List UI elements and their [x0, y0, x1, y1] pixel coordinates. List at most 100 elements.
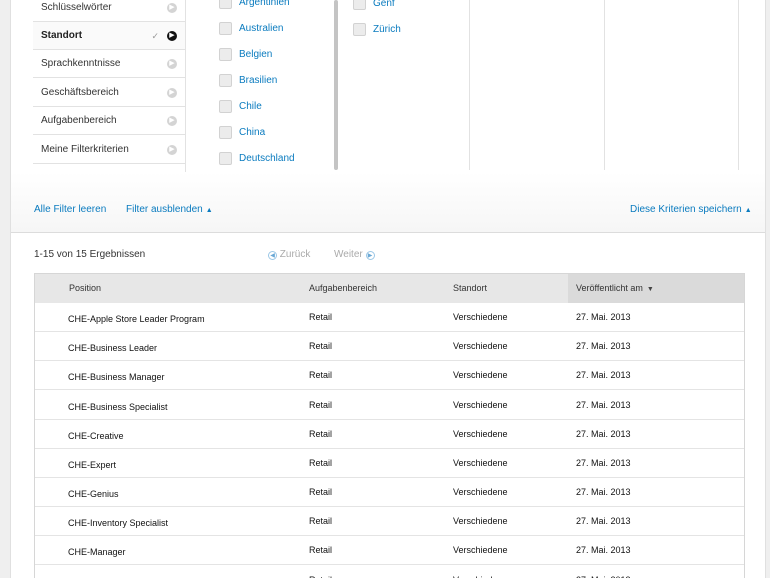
cell-published: 27. Mai. 2013 — [576, 487, 631, 497]
column-divider — [469, 0, 470, 170]
category-location[interactable]: Standort ✓ ▶ — [33, 22, 185, 50]
category-label: Geschäftsbereich — [41, 87, 119, 98]
circle-arrow-left-icon: ◀ — [268, 251, 277, 260]
cell-position[interactable]: CHE-Apple Store Leader Program — [68, 305, 205, 334]
table-header: Position Aufgabenbereich Standort Veröff… — [35, 274, 744, 304]
cell-published: 27. Mai. 2013 — [576, 400, 631, 410]
sort-descending-icon: ▼ — [646, 286, 654, 293]
circle-arrow-right-icon: ▶ — [365, 251, 375, 260]
cell-published: 27. Mai. 2013 — [576, 370, 631, 380]
cell-published: 27. Mai. 2013 — [576, 458, 631, 468]
table-row[interactable]: CHE-Manager Retail Verschiedene 27. Mai.… — [35, 536, 744, 565]
country-list-scrollbar[interactable] — [334, 0, 338, 170]
category-label: Sprachkenntnisse — [41, 58, 121, 69]
cell-position[interactable]: CHE-Expert — [68, 451, 116, 480]
checkbox[interactable] — [353, 23, 366, 36]
results-count: 1-15 von 15 Ergebnissen — [34, 249, 146, 260]
cell-job-function: Retail — [309, 341, 333, 351]
circle-arrow-right-icon: ▶ — [167, 88, 177, 98]
cell-position[interactable]: CHE-Creative — [68, 422, 124, 451]
category-my-filters[interactable]: Meine Filterkriterien ▶ — [33, 136, 185, 164]
header-location[interactable]: Standort — [453, 274, 487, 303]
cell-job-function: Retail — [309, 566, 332, 578]
circle-arrow-right-icon: ▶ — [167, 3, 177, 13]
results-table: Position Aufgabenbereich Standort Veröff… — [34, 273, 745, 578]
cell-job-function: Retail — [309, 429, 333, 439]
option-label: Belgien — [239, 49, 273, 60]
category-job-function[interactable]: Aufgabenbereich ▶ — [33, 107, 185, 135]
category-label: Meine Filterkriterien — [41, 144, 129, 155]
cell-position[interactable]: CHE-Inventory Specialist — [68, 509, 168, 538]
category-business-area[interactable]: Geschäftsbereich ▶ — [33, 79, 185, 107]
table-row[interactable]: CHE-Apple Store Leader Program Retail Ve… — [35, 303, 744, 332]
cell-job-function: Retail — [309, 400, 333, 410]
cell-location: Verschiedene — [453, 341, 508, 351]
cell-location: Verschiedene — [453, 545, 508, 555]
previous-label: Zurück — [279, 249, 311, 260]
table-row[interactable]: CHE-Creative Retail Verschiedene 27. Mai… — [35, 420, 744, 449]
checkbox[interactable] — [219, 152, 232, 165]
cell-position[interactable]: CHE-Business Specialist — [68, 393, 168, 422]
checkbox[interactable] — [219, 48, 232, 61]
cell-location: Verschiedene — [453, 516, 508, 526]
table-row[interactable]: CHE-Business Manager Retail Verschiedene… — [35, 361, 744, 390]
cell-job-function: Retail — [309, 312, 333, 322]
table-row[interactable]: CHE-Business Leader Retail Verschiedene … — [35, 332, 744, 361]
option-label: Brasilien — [239, 75, 278, 86]
circle-arrow-right-icon: ▶ — [167, 59, 177, 69]
table-row[interactable]: CHE-Expert Retail Verschiedene 27. Mai. … — [35, 449, 744, 478]
checkmark-icon: ✓ — [151, 31, 159, 41]
header-published[interactable]: Veröffentlicht am ▼ — [568, 274, 744, 303]
checkbox[interactable] — [219, 74, 232, 87]
cell-job-function: Retail — [309, 545, 333, 555]
clear-all-filters-link[interactable]: Alle Filter leeren — [34, 204, 106, 215]
table-row[interactable]: CHE-Inventory Specialist Retail Verschie… — [35, 507, 744, 536]
checkbox[interactable] — [219, 100, 232, 113]
circle-arrow-right-icon: ▶ — [167, 116, 177, 126]
table-row[interactable]: CHE-Business Specialist Retail Verschied… — [35, 391, 744, 420]
next-label: Weiter — [334, 249, 363, 260]
category-keywords[interactable]: Schlüsselwörter ▶ — [33, 0, 185, 22]
caret-up-icon: ▲ — [744, 207, 752, 214]
checkbox[interactable] — [353, 0, 366, 10]
option-label: Argentinien — [239, 0, 290, 8]
option-label: Genf — [373, 0, 395, 9]
caret-up-icon: ▲ — [205, 207, 213, 214]
save-criteria-link[interactable]: Diese Kriterien speichern ▲ — [630, 204, 752, 215]
category-label: Aufgabenbereich — [41, 115, 117, 126]
filter-action-bar: Alle Filter leeren Filter ausblenden ▲ Di… — [11, 172, 765, 233]
option-label: Australien — [239, 23, 284, 34]
option-label: Deutschland — [239, 153, 295, 164]
option-label: China — [239, 127, 266, 138]
cell-published: 27. Mai. 2013 — [576, 516, 631, 526]
category-label: Schlüsselwörter — [41, 2, 112, 13]
column-divider — [604, 0, 605, 170]
table-row[interactable]: CHE-Genius Retail Verschiedene 27. Mai. … — [35, 478, 744, 507]
header-position[interactable]: Position — [69, 274, 101, 303]
cell-published: 27. Mai. 2013 — [576, 429, 631, 439]
header-job-function[interactable]: Aufgabenbereich — [309, 274, 377, 303]
hide-filters-label: Filter ausblenden — [126, 204, 203, 215]
cell-position[interactable]: CHE-Business Manager — [68, 363, 165, 392]
cell-position[interactable]: CHE-Genius — [68, 480, 119, 509]
cell-location: Verschiedene — [453, 458, 508, 468]
cell-job-function: Retail — [309, 516, 333, 526]
cell-job-function: Retail — [309, 370, 333, 380]
circle-arrow-right-icon: ▶ — [167, 31, 177, 41]
checkbox[interactable] — [219, 0, 232, 9]
cell-location: Verschiedene — [453, 370, 508, 380]
cell-position[interactable]: CHE-Market Leader — [68, 568, 148, 578]
checkbox[interactable] — [219, 126, 232, 139]
next-page-button[interactable]: Weiter ▶ — [334, 249, 375, 260]
table-row[interactable]: CHE-Market Leader Retail Verschiedene 27… — [35, 566, 744, 578]
category-languages[interactable]: Sprachkenntnisse ▶ — [33, 50, 185, 78]
checkbox[interactable] — [219, 22, 232, 35]
header-published-label: Veröffentlicht am — [576, 283, 643, 293]
cell-position[interactable]: CHE-Business Leader — [68, 334, 157, 363]
save-criteria-label: Diese Kriterien speichern — [630, 204, 742, 215]
hide-filters-link[interactable]: Filter ausblenden ▲ — [126, 204, 213, 215]
cell-position[interactable]: CHE-Manager — [68, 538, 126, 567]
job-search-panel: Schlüsselwörter ▶ Standort ✓ ▶ Sprachken… — [10, 0, 766, 578]
previous-page-button[interactable]: ◀ Zurück — [268, 249, 310, 260]
circle-arrow-right-icon: ▶ — [167, 145, 177, 155]
